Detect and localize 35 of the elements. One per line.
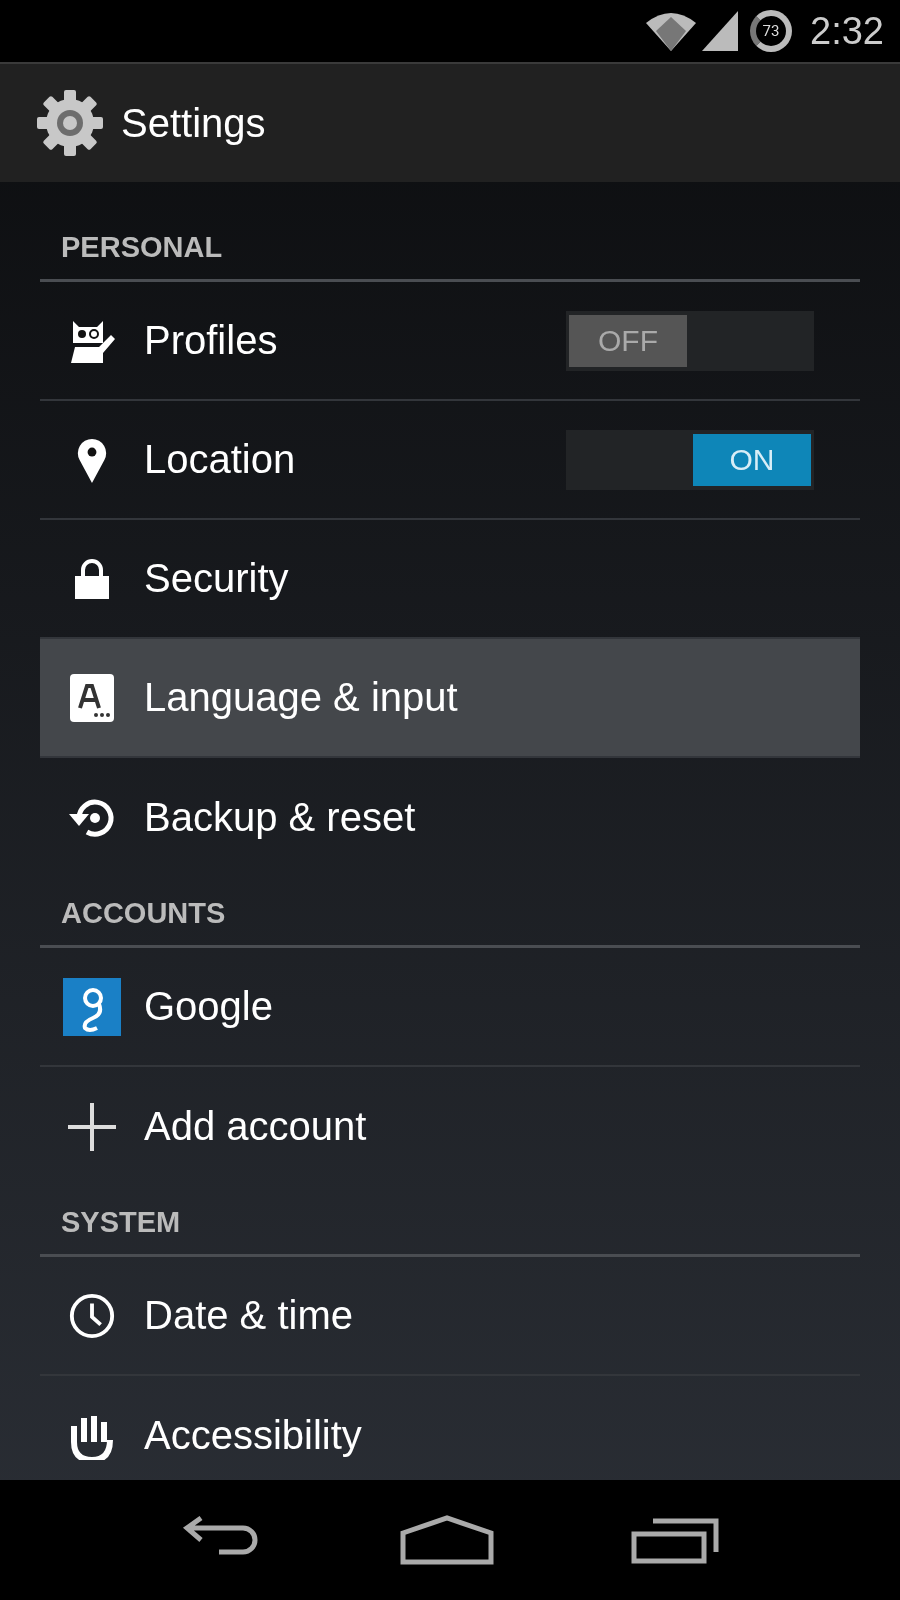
screen-title: Settings (121, 100, 266, 146)
item-label: Accessibility (144, 1413, 363, 1458)
home-icon[interactable] (400, 1515, 494, 1565)
settings-icon (35, 88, 105, 158)
battery-level: 73 (762, 22, 780, 40)
section-header: SYSTEM (40, 1186, 860, 1257)
plus-icon (66, 1100, 118, 1153)
settings-item[interactable]: Google (40, 948, 860, 1067)
clock-icon (68, 1291, 116, 1340)
item-label: Location (144, 437, 297, 482)
location-pin-icon (76, 436, 108, 483)
settings-item[interactable]: Accessibility (40, 1376, 860, 1480)
settings-item[interactable]: Add account (40, 1067, 860, 1186)
wifi-icon (646, 11, 697, 51)
item-label: Add account (144, 1104, 368, 1149)
item-label: Backup & reset (144, 795, 417, 840)
settings-item[interactable]: Date & time (40, 1257, 860, 1376)
item-label: Security (144, 556, 290, 601)
settings-item[interactable]: Location ON (40, 401, 860, 520)
settings-item[interactable]: Profiles OFF (40, 282, 860, 401)
settings-item[interactable]: Language & input (40, 639, 860, 758)
toggle-thumb: ON (693, 433, 811, 486)
keyboard-letter-icon (70, 673, 114, 722)
lock-icon (75, 558, 109, 599)
section-header: ACCOUNTS (40, 877, 860, 948)
toggle-thumb: OFF (569, 314, 687, 367)
settings-item[interactable]: Backup & reset (40, 758, 860, 877)
item-label: Language & input (144, 675, 459, 720)
signal-icon (702, 11, 739, 51)
clock: 2:32 (810, 9, 884, 53)
recent-apps-icon[interactable] (631, 1516, 722, 1564)
item-label: Date & time (144, 1293, 354, 1338)
section-header: PERSONAL (40, 182, 860, 282)
item-label: Google (144, 984, 274, 1029)
item-label: Profiles (144, 318, 279, 363)
